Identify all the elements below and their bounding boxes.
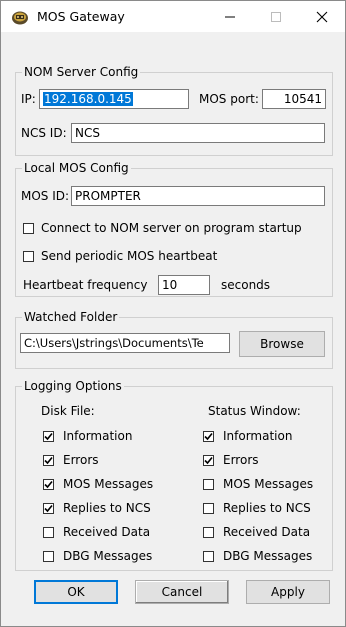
title-bar[interactable]: MOS Gateway [1,1,345,32]
status-option-checkbox[interactable] [203,527,214,538]
status-option-label[interactable]: DBG Messages [223,549,312,564]
status-option-checkbox[interactable] [203,551,214,562]
ok-button[interactable]: OK [34,580,118,604]
disk-option-checkbox[interactable] [43,455,54,466]
disk-option-checkbox[interactable] [43,479,54,490]
mos-port-label: MOS port: [199,92,259,106]
status-option-checkbox[interactable] [203,455,214,466]
nom-server-config-group: NOM Server Config [15,65,333,156]
app-icon [11,8,29,26]
watched-folder-path-input[interactable]: C:\Users\Jstrings\Documents\Te [20,333,230,353]
status-option-checkbox[interactable] [203,431,214,442]
status-option-checkbox[interactable] [203,503,214,514]
send-heartbeat-checkbox[interactable] [23,251,34,262]
connect-on-startup-label[interactable]: Connect to NOM server on program startup [41,221,302,236]
window-title: MOS Gateway [37,9,125,24]
local-mos-config-legend: Local MOS Config [22,161,131,176]
status-option-label[interactable]: Errors [223,453,259,468]
ip-input[interactable]: 192.168.0.145 [39,89,189,109]
ip-label: IP: [21,92,36,106]
mos-gateway-window: MOS Gateway NOM Server Config IP: 192.16… [0,0,346,627]
disk-option-label[interactable]: Replies to NCS [63,501,151,516]
disk-option-label[interactable]: DBG Messages [63,549,152,564]
disk-option-label[interactable]: MOS Messages [63,477,153,492]
disk-option-checkbox[interactable] [43,503,54,514]
checkmark-icon [44,480,53,489]
nom-server-config-legend: NOM Server Config [22,65,141,80]
disk-option-label[interactable]: Errors [63,453,99,468]
checkmark-icon [44,432,53,441]
ip-value: 192.168.0.145 [43,92,133,106]
disk-option-checkbox[interactable] [43,551,54,562]
mos-port-input[interactable]: 10541 [262,89,326,109]
status-option-label[interactable]: Replies to NCS [223,501,311,516]
maximize-button[interactable] [253,1,299,32]
status-option-label[interactable]: MOS Messages [223,477,313,492]
disk-option-checkbox[interactable] [43,527,54,538]
cancel-button[interactable]: Cancel [135,580,229,604]
ncs-id-input[interactable]: NCS [71,123,325,143]
disk-option-checkbox[interactable] [43,431,54,442]
status-window-header: Status Window: [208,404,301,418]
disk-file-header: Disk File: [41,404,95,418]
disk-option-label[interactable]: Information [63,429,132,444]
mos-id-label: MOS ID: [21,189,70,203]
watched-folder-legend: Watched Folder [22,310,120,325]
minimize-button[interactable] [207,1,253,32]
connect-on-startup-checkbox[interactable] [23,223,34,234]
checkmark-icon [44,456,53,465]
mos-id-input[interactable]: PROMPTER [71,186,325,206]
status-option-label[interactable]: Received Data [223,525,310,540]
logging-options-legend: Logging Options [22,379,124,394]
disk-option-label[interactable]: Received Data [63,525,150,540]
close-button[interactable] [299,1,345,32]
seconds-label: seconds [221,278,271,292]
checkmark-icon [204,432,213,441]
heartbeat-frequency-input[interactable]: 10 [158,275,210,295]
browse-button[interactable]: Browse [239,331,325,357]
apply-button[interactable]: Apply [246,580,330,604]
heartbeat-frequency-label: Heartbeat frequency [23,278,148,292]
status-option-label[interactable]: Information [223,429,292,444]
send-heartbeat-label[interactable]: Send periodic MOS heartbeat [41,249,217,264]
checkmark-icon [44,504,53,513]
checkmark-icon [204,456,213,465]
ncs-id-label: NCS ID: [21,126,67,140]
status-option-checkbox[interactable] [203,479,214,490]
